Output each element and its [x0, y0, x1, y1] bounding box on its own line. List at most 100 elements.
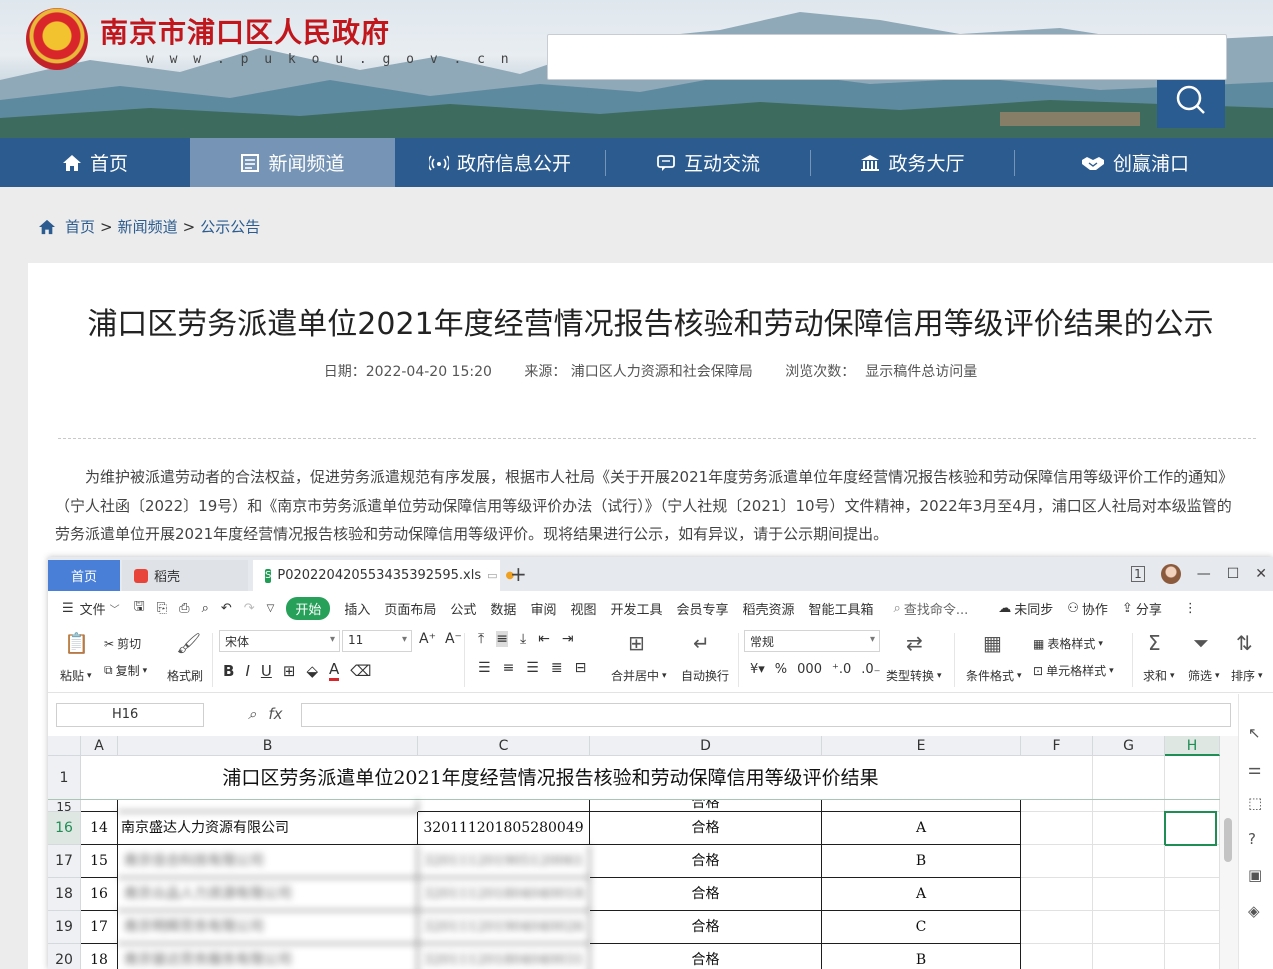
cell-a18[interactable]: 16	[81, 878, 118, 911]
sum-icon[interactable]: Σ	[1148, 631, 1161, 655]
menu-page-layout[interactable]: 页面布局	[384, 599, 436, 618]
cell-g19[interactable]	[1093, 911, 1165, 944]
format-painter-icon[interactable]: 🖌	[176, 631, 201, 655]
new-tab-button[interactable]: +	[510, 562, 527, 586]
nav-service-hall[interactable]: 政务大厅	[811, 138, 1014, 187]
copy-button[interactable]: ⧉ 复制 ▾	[104, 662, 147, 679]
wrap-text-icon[interactable]: ↵	[693, 631, 710, 655]
share-button[interactable]: 分享	[1136, 599, 1162, 618]
conditional-format-button[interactable]: 条件格式 ▾	[966, 667, 1022, 684]
align-bottom-icon[interactable]: ⤓	[520, 631, 526, 647]
formula-input[interactable]	[301, 703, 1231, 727]
merge-center-button[interactable]: 合并居中 ▾	[611, 667, 667, 684]
cell-e16[interactable]: A	[822, 812, 1021, 845]
cell-g17[interactable]	[1093, 845, 1165, 878]
type-convert-button[interactable]: 类型转换 ▾	[886, 667, 942, 684]
breadcrumb-news[interactable]: 新闻频道	[118, 216, 178, 237]
clear-format-icon[interactable]: ⌫	[350, 662, 371, 680]
cell-d15[interactable]: 合格	[590, 800, 822, 812]
cell-f15[interactable]	[1021, 800, 1093, 812]
col-header-d[interactable]: D	[590, 736, 822, 756]
cell-f18[interactable]	[1021, 878, 1093, 911]
merge-icon[interactable]: ⊞	[628, 631, 645, 655]
col-header-f[interactable]: F	[1021, 736, 1093, 756]
cell-a17[interactable]: 15	[81, 845, 118, 878]
menu-view[interactable]: 视图	[570, 599, 596, 618]
more-icon[interactable]: ⋮	[1184, 601, 1197, 616]
cell-h17[interactable]	[1165, 845, 1220, 878]
scrollbar-thumb[interactable]	[1224, 818, 1232, 862]
cell-e20[interactable]: B	[822, 944, 1021, 969]
menu-developer[interactable]: 开发工具	[610, 599, 662, 618]
border-icon[interactable]: ⊞	[283, 662, 296, 680]
nav-invest[interactable]: 创赢浦口	[1015, 138, 1255, 187]
col-header-g[interactable]: G	[1093, 736, 1165, 756]
nav-home[interactable]: 首页	[0, 138, 190, 187]
cell-f19[interactable]	[1021, 911, 1093, 944]
sort-button[interactable]: 排序 ▾	[1231, 667, 1263, 684]
col-header-a[interactable]: A	[81, 736, 118, 756]
wrap-text-button[interactable]: 自动换行	[681, 667, 729, 684]
cell-a15[interactable]	[81, 800, 118, 812]
maximize-icon[interactable]: ☐	[1227, 566, 1240, 582]
tab-docer[interactable]: 稻壳	[122, 560, 248, 591]
tab-home[interactable]: 首页	[48, 560, 120, 591]
table-style-button[interactable]: ▦ 表格样式 ▾	[1033, 635, 1103, 652]
cell-d17[interactable]: 合格	[590, 845, 822, 878]
font-size-select[interactable]: 11 ▾	[342, 630, 412, 652]
cell-c15[interactable]	[418, 800, 590, 812]
fill-color-icon[interactable]: ⬙	[306, 662, 318, 680]
search-input[interactable]	[547, 34, 1227, 80]
row-header-20[interactable]: 20	[48, 944, 81, 969]
bold-icon[interactable]: B	[223, 662, 234, 680]
cell-a20[interactable]: 18	[81, 944, 118, 969]
font-shrink-icon[interactable]: A⁻	[445, 631, 462, 647]
breadcrumb-home[interactable]: 首页	[65, 216, 95, 237]
sync-status[interactable]: 未同步	[1014, 599, 1053, 618]
italic-icon[interactable]: I	[245, 662, 249, 680]
cell-b18[interactable]: 南京众品人力资源有限公司	[118, 878, 418, 911]
conditional-format-icon[interactable]: ▦	[983, 631, 1002, 655]
align-left-icon[interactable]: ☰	[478, 660, 491, 676]
col-header-e[interactable]: E	[822, 736, 1021, 756]
menu-insert[interactable]: 插入	[344, 599, 370, 618]
cell-g1[interactable]	[1093, 756, 1165, 800]
row-header-15[interactable]: 15	[48, 800, 81, 814]
cell-a16[interactable]: 14	[81, 812, 118, 845]
nav-gov-info[interactable]: 政府信息公开	[395, 138, 605, 187]
menu-review[interactable]: 审阅	[530, 599, 556, 618]
decimal-decrease-icon[interactable]: .0₋	[861, 662, 880, 677]
breadcrumb-notices[interactable]: 公示公告	[200, 216, 260, 237]
cell-b17[interactable]: 南京佳合科技有限公司	[118, 845, 418, 878]
cell-g18[interactable]	[1093, 878, 1165, 911]
preview-icon[interactable]: ⌕	[202, 601, 209, 616]
close-icon[interactable]: ✕	[1255, 566, 1267, 582]
menu-start[interactable]: 开始	[286, 596, 331, 620]
quick-access-dropdown-icon[interactable]: ▽	[267, 603, 275, 614]
cell-b20[interactable]: 南京骏达劳务服务有限公司	[118, 944, 418, 969]
name-box[interactable]: H16	[56, 703, 204, 727]
row-header-19[interactable]: 19	[48, 911, 81, 944]
row-header-18[interactable]: 18	[48, 878, 81, 911]
command-search[interactable]: 查找命令...	[904, 599, 968, 618]
filter-button[interactable]: 筛选 ▾	[1188, 667, 1220, 684]
format-painter-button[interactable]: 格式刷	[167, 667, 203, 684]
cell-b15[interactable]	[118, 800, 418, 812]
col-header-b[interactable]: B	[118, 736, 418, 756]
image-icon[interactable]: ▣	[1248, 866, 1262, 884]
cell-f20[interactable]	[1021, 944, 1093, 969]
sort-icon[interactable]: ⇅	[1236, 631, 1253, 655]
decimal-increase-icon[interactable]: ⁺.0	[832, 662, 851, 677]
paste-icon[interactable]: 📋	[64, 631, 89, 655]
align-right-icon[interactable]: ☰	[526, 660, 539, 676]
font-color-icon[interactable]: A	[328, 660, 340, 681]
thousands-icon[interactable]: 000	[797, 662, 822, 677]
font-grow-icon[interactable]: A⁺	[419, 631, 436, 647]
col-header-c[interactable]: C	[418, 736, 590, 756]
cell-e17[interactable]: B	[822, 845, 1021, 878]
select-all-corner[interactable]	[48, 736, 81, 756]
search-button[interactable]	[1157, 80, 1225, 128]
cell-h18[interactable]	[1165, 878, 1220, 911]
number-format-select[interactable]: 常规 ▾	[744, 630, 880, 652]
print-icon[interactable]: ⎙	[179, 601, 189, 616]
